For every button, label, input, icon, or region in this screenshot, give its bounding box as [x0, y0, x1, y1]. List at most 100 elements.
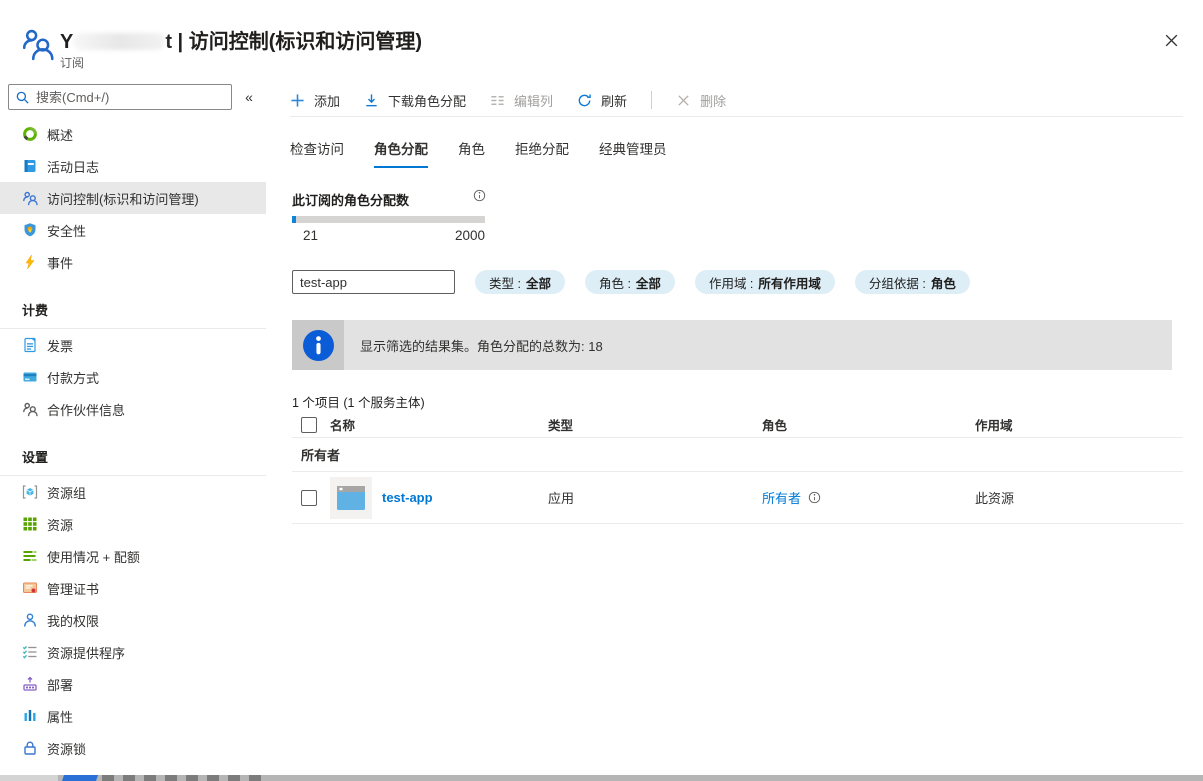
bottom-edge-blue-segment	[62, 775, 98, 781]
sidebar-item-label: 部署	[47, 675, 73, 694]
table-header-row: 名称 类型 角色 作用域	[292, 412, 1183, 438]
filter-pill-scope[interactable]: 作用域 :所有作用域	[695, 270, 835, 294]
sidebar-item-label: 发票	[47, 336, 73, 355]
security-icon	[22, 222, 38, 238]
sidebar-item-my-permissions[interactable]: 我的权限	[0, 604, 266, 636]
select-all-checkbox[interactable]	[301, 417, 317, 433]
properties-icon	[22, 708, 38, 724]
role-assignments-meter	[292, 216, 485, 223]
sidebar-item-label: 资源组	[47, 483, 86, 502]
activity-log-icon	[22, 158, 38, 174]
tab-check-access[interactable]: 检查访问	[290, 138, 344, 168]
role-assignments-count-title: 此订阅的角色分配数	[292, 190, 409, 209]
close-icon	[1163, 32, 1180, 49]
sidebar-section-settings: 设置	[0, 437, 266, 476]
sidebar-item-label: 属性	[47, 707, 73, 726]
sidebar-item-resource-groups[interactable]: 资源组	[0, 476, 266, 508]
partner-information-icon	[22, 401, 38, 417]
column-header-scope[interactable]: 作用域	[975, 415, 1183, 434]
bottom-edge-light-segment	[0, 775, 58, 781]
overview-icon	[22, 126, 38, 142]
refresh-button[interactable]: 刷新	[577, 91, 627, 110]
redacted-subscription-name	[73, 33, 165, 50]
access-control-header-icon	[20, 26, 56, 62]
plus-icon	[290, 93, 305, 108]
invoices-icon	[22, 337, 38, 353]
sidebar-item-events[interactable]: 事件	[0, 246, 266, 278]
sidebar-item-label: 资源提供程序	[47, 643, 125, 662]
download-role-assignments-button[interactable]: 下载角色分配	[364, 91, 466, 110]
delete-x-icon	[676, 93, 691, 108]
resource-groups-icon	[22, 484, 38, 500]
resource-providers-icon	[22, 644, 38, 660]
principal-type: 应用	[548, 488, 762, 507]
meter-max-value: 2000	[445, 228, 485, 243]
sidebar-item-label: 资源锁	[47, 739, 86, 758]
sidebar-collapse-button[interactable]: «	[236, 84, 262, 110]
bottom-edge-marks	[102, 775, 262, 781]
sidebar-item-activity-log[interactable]: 活动日志	[0, 150, 266, 182]
filter-row: 类型 :全部 角色 :全部 作用域 :所有作用域 分组依据 :角色	[292, 270, 970, 294]
tab-role-assignments[interactable]: 角色分配	[374, 138, 428, 168]
sidebar-item-label: 管理证书	[47, 579, 99, 598]
filter-pill-role[interactable]: 角色 :全部	[585, 270, 675, 294]
filter-pill-group-by[interactable]: 分组依据 :角色	[855, 270, 970, 294]
bottom-edge-artifact	[0, 775, 1203, 781]
info-banner-icon-box	[292, 320, 344, 370]
sidebar-item-security[interactable]: 安全性	[0, 214, 266, 246]
role-link[interactable]: 所有者	[762, 488, 801, 507]
sidebar-item-label: 付款方式	[47, 368, 99, 387]
sidebar-item-resource-providers[interactable]: 资源提供程序	[0, 636, 266, 668]
sidebar-item-resources[interactable]: 资源	[0, 508, 266, 540]
payment-methods-icon	[22, 369, 38, 385]
sidebar-item-payment-methods[interactable]: 付款方式	[0, 361, 266, 393]
resource-locks-icon	[22, 740, 38, 756]
sidebar-item-partner-information[interactable]: 合作伙伴信息	[0, 393, 266, 425]
tab-classic-administrators[interactable]: 经典管理员	[599, 138, 667, 168]
search-icon	[15, 90, 30, 105]
sidebar-item-label: 事件	[47, 253, 73, 272]
column-header-name[interactable]: 名称	[330, 415, 548, 434]
sidebar-item-label: 安全性	[47, 221, 86, 240]
access-control-icon	[22, 190, 38, 206]
sidebar-item-invoices[interactable]: 发票	[0, 329, 266, 361]
sidebar-item-usage-quotas[interactable]: 使用情况 + 配额	[0, 540, 266, 572]
sidebar-item-access-control[interactable]: 访问控制(标识和访问管理)	[0, 182, 266, 214]
sidebar: « 概述 活动日志 访问控制(标识和访问管理) 安全性 事件 计费	[0, 76, 266, 775]
sidebar-item-label: 合作伙伴信息	[47, 400, 125, 419]
app-icon	[330, 477, 372, 519]
table-row[interactable]: test-app 应用 所有者 此资源	[292, 472, 1183, 524]
column-header-role[interactable]: 角色	[762, 415, 975, 434]
row-checkbox[interactable]	[301, 490, 317, 506]
items-count: 1 个项目 (1 个服务主体)	[292, 392, 425, 411]
role-info-icon[interactable]	[808, 491, 821, 504]
sidebar-item-label: 概述	[47, 125, 73, 144]
info-circle-icon	[303, 330, 334, 361]
sidebar-item-resource-locks[interactable]: 资源锁	[0, 732, 266, 764]
column-header-type[interactable]: 类型	[548, 415, 762, 434]
meter-current-value: 21	[303, 228, 318, 243]
sidebar-search[interactable]	[8, 84, 232, 110]
name-filter-input[interactable]	[292, 270, 455, 294]
page-title: Yt | 访问控制(标识和访问管理)	[60, 25, 422, 54]
usage-quotas-icon	[22, 548, 38, 564]
sidebar-item-properties[interactable]: 属性	[0, 700, 266, 732]
close-button[interactable]	[1159, 28, 1183, 52]
sidebar-item-deployments[interactable]: 部署	[0, 668, 266, 700]
filter-pill-type[interactable]: 类型 :全部	[475, 270, 565, 294]
tab-roles[interactable]: 角色	[458, 138, 485, 168]
add-button[interactable]: 添加	[290, 91, 340, 110]
delete-button[interactable]: 删除	[676, 91, 726, 110]
tab-deny-assignments[interactable]: 拒绝分配	[515, 138, 569, 168]
principal-name-link[interactable]: test-app	[382, 490, 433, 505]
sidebar-item-management-certificates[interactable]: 管理证书	[0, 572, 266, 604]
meter-fill	[292, 216, 296, 223]
columns-icon	[490, 93, 505, 108]
info-icon[interactable]	[473, 189, 486, 202]
command-bar: 添加 下载角色分配 编辑列 刷新 删除	[290, 84, 1183, 117]
edit-columns-button[interactable]: 编辑列	[490, 91, 553, 110]
search-input[interactable]	[36, 90, 225, 105]
resources-icon	[22, 516, 38, 532]
download-icon	[364, 93, 379, 108]
sidebar-item-overview[interactable]: 概述	[0, 118, 266, 150]
